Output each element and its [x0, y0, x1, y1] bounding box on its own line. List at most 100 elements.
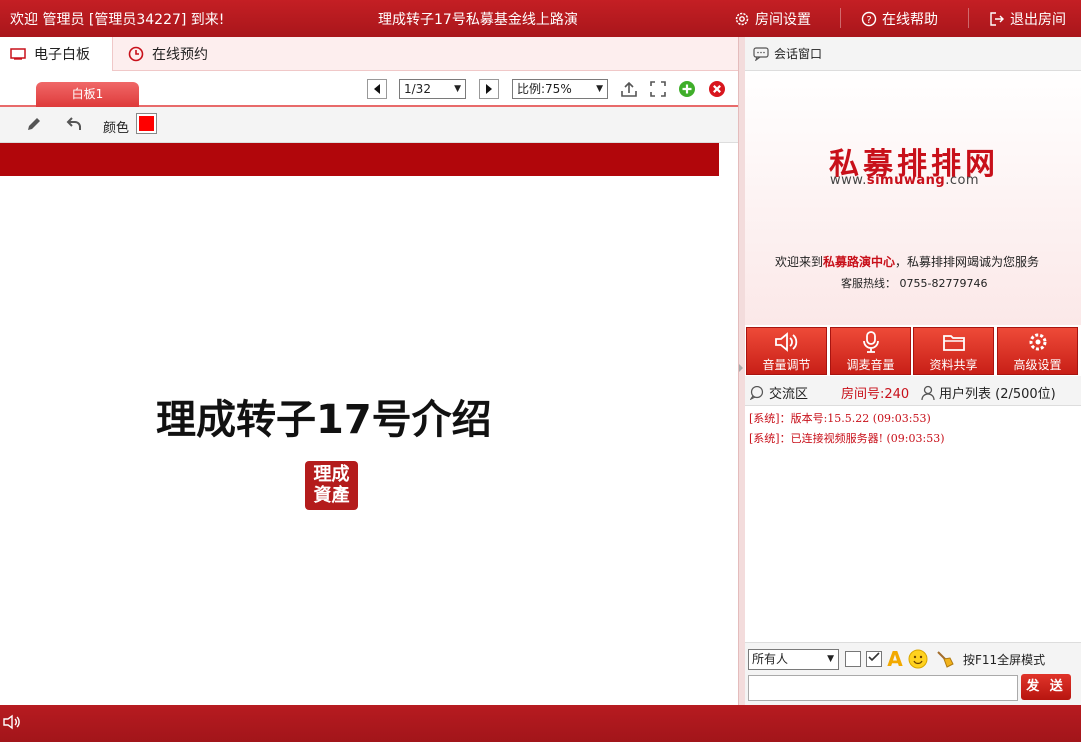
chat-header-label: 会话窗口: [774, 47, 823, 61]
recipient-value: 所有人: [752, 652, 789, 666]
color-swatch: [139, 116, 154, 131]
slide-header-band: [0, 143, 719, 176]
page-title: 理成转子17号私募基金线上路演: [378, 12, 578, 28]
tab-whiteboard-label: 电子白板: [34, 47, 90, 63]
room-number-label: 房间号:240: [841, 387, 910, 402]
hotline-text: 客服热线： 0755-82779746: [841, 277, 988, 290]
fullscreen-icon: [650, 81, 666, 97]
clear-chat-button[interactable]: [935, 649, 955, 669]
top-bar: 欢迎 管理员 [管理员34227] 到来! 理成转子17号私募基金线上路演 房间…: [0, 0, 1081, 37]
company-logo: 理成 資產: [305, 461, 358, 510]
recipient-select[interactable]: 所有人 ▼: [748, 649, 839, 670]
page-select-value: 1/32: [404, 82, 431, 96]
svg-text:A: A: [887, 649, 903, 669]
whiteboard-canvas[interactable]: 理成转子17号介绍 理成 資產: [0, 143, 738, 705]
chat-panel: 会话窗口 私募排排网 www.simuwang.com 欢迎来到私募路演中心，私…: [745, 37, 1081, 705]
clock-icon: [128, 46, 144, 62]
zoom-select[interactable]: 比例:75% ▼: [512, 79, 608, 99]
chat-input-bar: 所有人 ▼ A 按F11全屏模式 发 送: [745, 642, 1081, 705]
user-list-tab[interactable]: 用户列表 (2/500位): [920, 383, 1056, 402]
monitor-icon: [10, 48, 26, 60]
folder-icon: [942, 335, 965, 351]
topbar-divider: [840, 8, 841, 28]
send-button[interactable]: 发 送: [1021, 674, 1071, 700]
whiteboard-tab-1[interactable]: 白板1: [36, 82, 139, 107]
room-number: 房间号:240: [841, 383, 909, 402]
color-label: 颜色: [103, 121, 130, 136]
tab-whiteboard[interactable]: 电子白板: [0, 37, 113, 71]
message-input[interactable]: [748, 675, 1018, 701]
promo-welcome: 欢迎来到私募路演中心，私募排排网竭诚为您服务: [775, 253, 1039, 270]
smiley-icon: [908, 649, 928, 669]
file-share-button[interactable]: 资料共享: [913, 327, 994, 375]
chevron-down-icon: ▼: [596, 84, 603, 94]
gear-icon: [735, 12, 749, 26]
user-list-label: 用户列表 (2/500位): [939, 387, 1056, 402]
brand-url: www.simuwang.com: [830, 173, 979, 188]
chat-bubble-icon: [753, 46, 769, 61]
chat-message: [系统]：版本号:15.5.22 (09:03:53): [749, 412, 931, 425]
topbar-divider: [968, 8, 969, 28]
slide-title: 理成转子17号介绍: [156, 397, 492, 443]
volume-adjust-button[interactable]: 音量调节: [746, 327, 827, 375]
logo-text-line-2: 資產: [313, 485, 350, 506]
brand-url-suffix: .com: [945, 173, 980, 188]
chevron-down-icon: ▼: [827, 654, 834, 664]
speaker-icon: [774, 332, 797, 352]
pencil-button[interactable]: [24, 114, 44, 134]
exchange-label: 交流区: [769, 387, 809, 402]
bottom-bar: [0, 705, 1081, 742]
pencil-icon: [28, 118, 40, 130]
plus-circle-icon: [679, 81, 695, 97]
mic-volume-button[interactable]: 调麦音量: [830, 327, 911, 375]
mic-volume-label: 调麦音量: [846, 358, 895, 372]
tab-appointment[interactable]: 在线预约: [118, 37, 218, 71]
add-page-button[interactable]: [677, 79, 697, 99]
help-icon: ?: [861, 11, 877, 27]
mute-button[interactable]: [3, 714, 21, 734]
chat-message: [系统]：已连接视频服务器! (09:03:53): [749, 432, 945, 445]
advanced-settings-button[interactable]: 高级设置: [997, 327, 1078, 375]
main-tabs: 电子白板 在线预约: [0, 37, 738, 71]
promo-welcome-suffix: ，私募排排网竭诚为您服务: [895, 255, 1040, 269]
checkmark-icon: [868, 652, 880, 662]
broom-icon: [937, 651, 954, 668]
upload-button[interactable]: [619, 79, 639, 99]
font-icon: A: [887, 649, 903, 669]
exit-icon: [990, 12, 1004, 26]
close-circle-icon: [709, 81, 725, 97]
fullscreen-button[interactable]: [648, 79, 668, 99]
chevron-down-icon: ▼: [454, 84, 461, 94]
prev-page-button[interactable]: [367, 79, 387, 99]
undo-button[interactable]: [65, 114, 85, 134]
tab-appointment-label: 在线预约: [152, 47, 208, 63]
promo-welcome-prefix: 欢迎来到: [775, 255, 824, 269]
color-picker[interactable]: [136, 113, 157, 134]
exit-room-button[interactable]: 退出房间: [989, 9, 1066, 29]
close-page-button[interactable]: [707, 79, 727, 99]
check-checkbox[interactable]: [866, 651, 882, 667]
panel-splitter[interactable]: [738, 37, 745, 705]
logo-text-line-1: 理成: [313, 464, 350, 485]
speaker-icon: [3, 714, 20, 730]
brand-url-bold: simuwang: [866, 173, 946, 188]
private-checkbox[interactable]: [845, 651, 861, 667]
triangle-right-icon: [486, 84, 492, 94]
fullscreen-hint: 按F11全屏模式: [963, 653, 1046, 667]
undo-icon: [66, 117, 81, 130]
exchange-tab[interactable]: 交流区: [750, 383, 808, 402]
welcome-text: 欢迎 管理员 [管理员34227] 到来!: [10, 12, 225, 28]
exit-room-label: 退出房间: [1010, 12, 1066, 28]
advanced-settings-label: 高级设置: [1013, 358, 1062, 372]
volume-adjust-label: 音量调节: [762, 358, 811, 372]
room-settings-label: 房间设置: [755, 12, 811, 28]
triangle-right-icon: [739, 364, 743, 372]
next-page-button[interactable]: [479, 79, 499, 99]
font-style-button[interactable]: A: [885, 649, 905, 669]
emoji-button[interactable]: [908, 649, 928, 669]
room-settings-button[interactable]: 房间设置: [734, 9, 811, 29]
upload-icon: [621, 81, 637, 97]
page-select[interactable]: 1/32 ▼: [399, 79, 466, 99]
gear-icon: [1029, 333, 1046, 351]
online-help-button[interactable]: ? 在线帮助: [861, 9, 938, 29]
